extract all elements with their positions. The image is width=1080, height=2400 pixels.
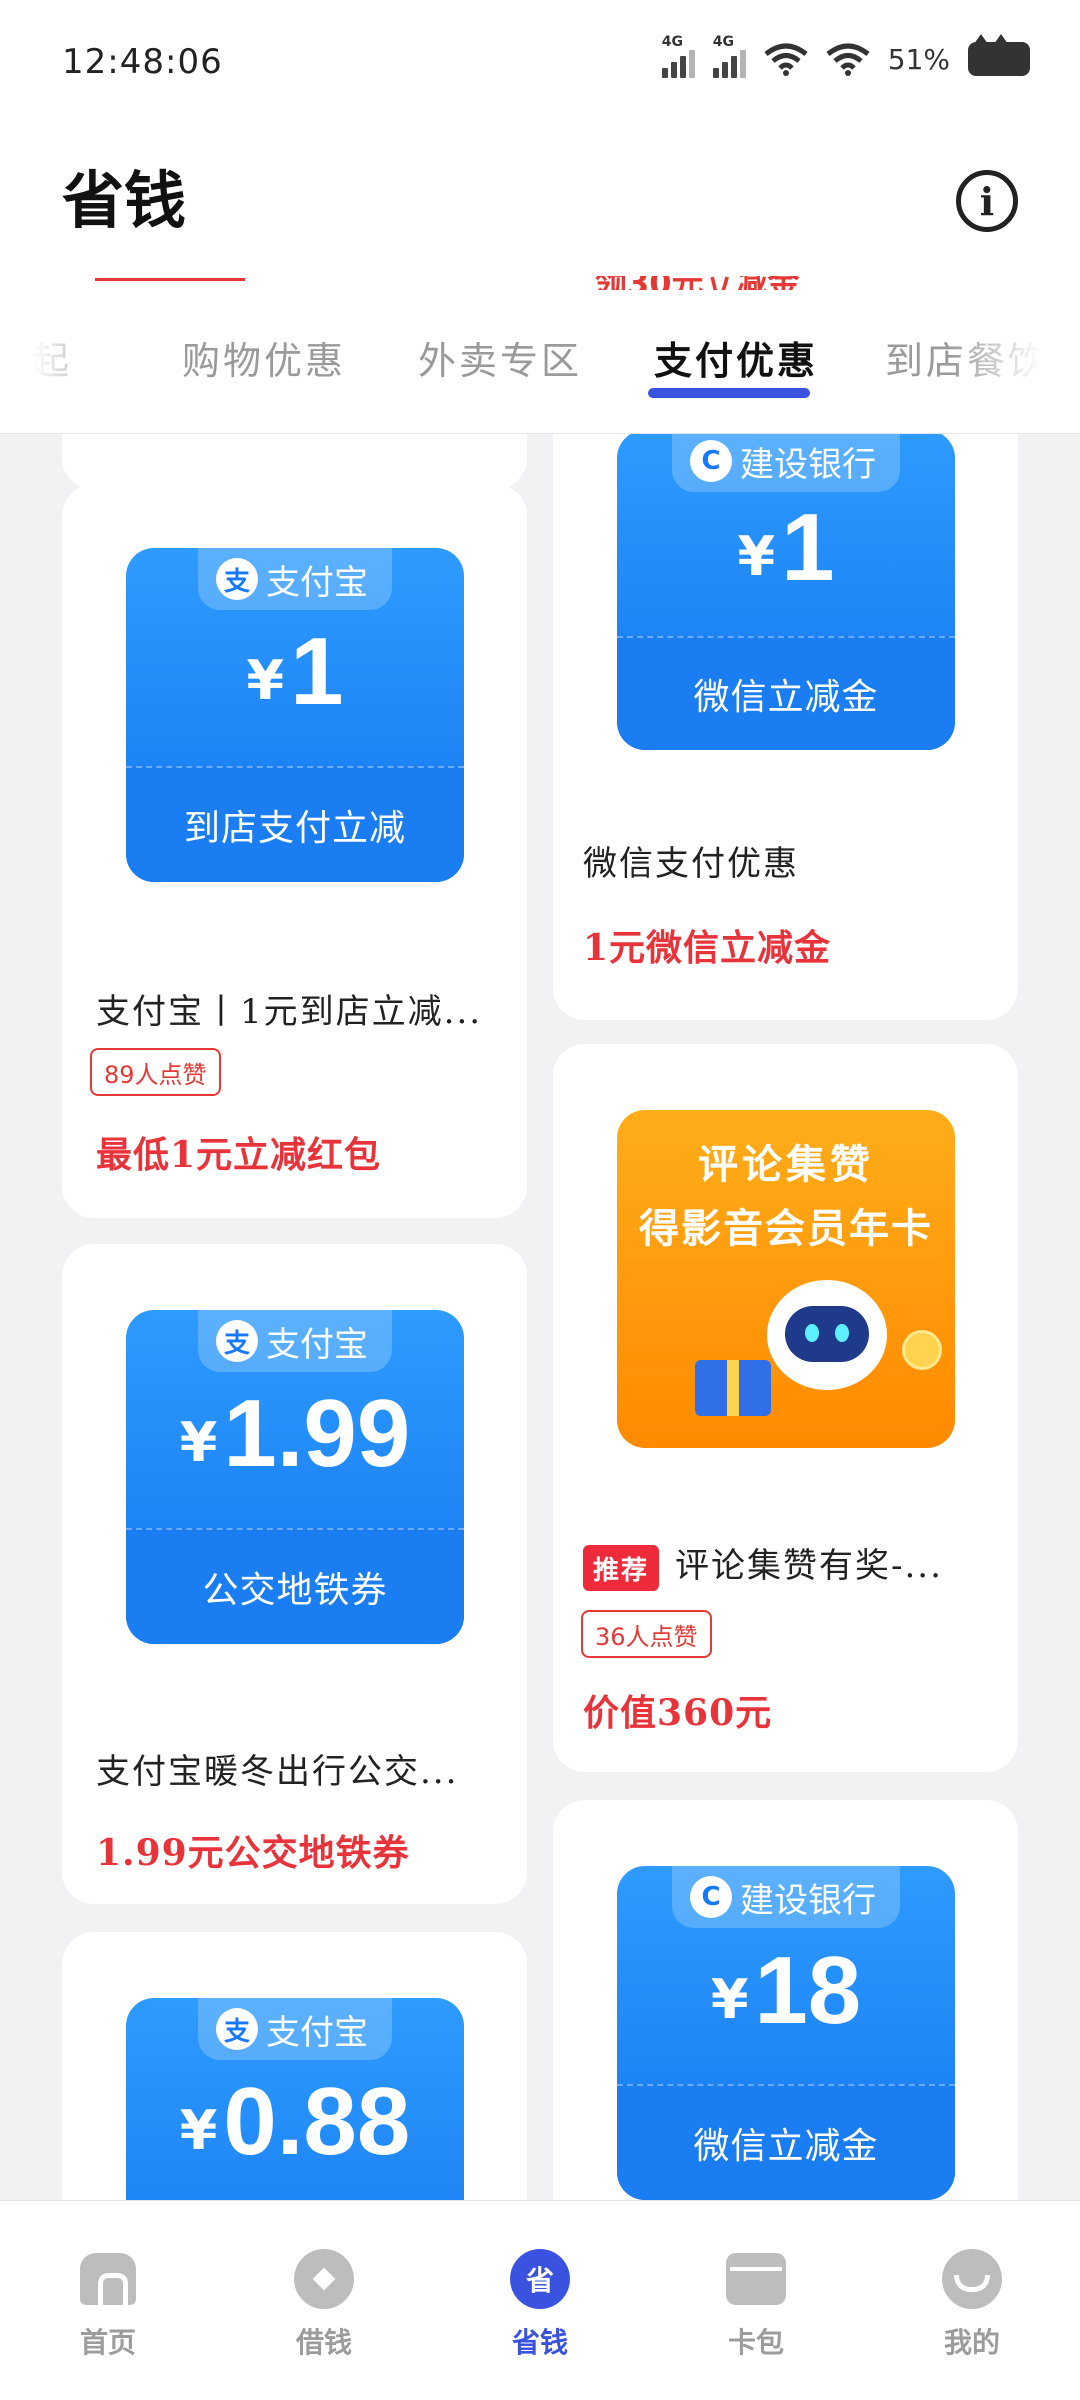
offer-card-alipay-2[interactable]: ¥ 1.99 支 支付宝 公交地铁券 支付宝暖冬出行公交... 1.99元公交地… — [62, 1244, 527, 1904]
promo-line-2: 得影音会员年卡 — [639, 1206, 933, 1252]
status-bar: 12:48:06 4G 4G 51% — [0, 0, 1080, 120]
wallet-icon — [726, 2249, 786, 2309]
card-title: 推荐 评论集赞有奖-... — [583, 1538, 943, 1591]
coupon-image: ¥ 1.99 支 支付宝 公交地铁券 — [126, 1310, 464, 1644]
wifi-icon — [764, 43, 808, 76]
offer-card-promo[interactable]: 评论集赞 得影音会员年卡 推荐 评论集赞有奖-... 36人点赞 价值360元 — [553, 1044, 1018, 1772]
coupon-amount: 1 — [781, 494, 835, 601]
signal-icon: 4G — [661, 34, 695, 78]
coupon-amount: 1 — [290, 618, 344, 725]
category-tabs: 元起 购物优惠 外卖专区 支付优惠 到店餐饮 — [0, 290, 1080, 434]
tab-takeout[interactable]: 外卖专区 — [418, 330, 582, 385]
recommend-tag: 推荐 — [583, 1545, 660, 1591]
save-icon: 省 — [510, 2249, 570, 2309]
coupon-label: 微信立减金 — [617, 636, 955, 750]
home-icon — [78, 2249, 138, 2310]
status-time: 12:48:06 — [62, 42, 223, 82]
coupon-image: ¥ 1 C 建设银行 微信立减金 — [617, 434, 955, 750]
coupon-image: ¥ 18 C 建设银行 微信立减金 — [617, 1866, 955, 2200]
card-title: 支付宝丨1元到店立减... — [96, 992, 483, 1032]
coupon-image: ¥ 0.88 支 支付宝 — [126, 1998, 464, 2200]
scrolled-content-peek: 领30元立减金 — [0, 276, 1080, 290]
coupon-label: 公交地铁券 — [126, 1528, 464, 1644]
ccb-badge: C 建设银行 — [672, 1866, 900, 1928]
alipay-logo-icon: 支 — [216, 2008, 258, 2050]
nav-save[interactable]: 省 省钱 — [470, 2249, 610, 2361]
ccb-logo-icon: C — [690, 1876, 732, 1918]
divider — [95, 278, 245, 281]
nav-wallet[interactable]: 卡包 — [686, 2249, 826, 2361]
likes-badge: 36人点赞 — [581, 1610, 712, 1658]
card-price: 1元微信立减金 — [583, 927, 832, 969]
tab-shopping[interactable]: 购物优惠 — [182, 330, 346, 385]
battery-icon — [968, 34, 1030, 76]
card-price: 1.99元公交地铁券 — [96, 1832, 410, 1874]
alipay-logo-icon: 支 — [216, 558, 258, 600]
nav-profile[interactable]: 我的 — [902, 2249, 1042, 2361]
nav-home[interactable]: 首页 — [38, 2249, 178, 2361]
bottom-nav: 首页 借钱 省 省钱 卡包 我的 — [0, 2200, 1080, 2400]
tabs-fade-left — [0, 290, 110, 433]
card-price: 最低1元立减红包 — [96, 1134, 382, 1176]
coupon-amount: 1.99 — [223, 1380, 411, 1487]
tab-active-indicator — [648, 388, 810, 398]
ccb-logo-icon: C — [690, 440, 732, 482]
loan-icon — [294, 2249, 354, 2309]
offer-card-partial[interactable] — [62, 434, 527, 490]
status-icons: 4G 4G 51% — [661, 34, 1030, 78]
alipay-badge: 支 支付宝 — [198, 548, 392, 610]
offer-card-alipay-3[interactable]: ¥ 0.88 支 支付宝 — [62, 1932, 527, 2200]
info-icon[interactable]: i — [956, 170, 1018, 232]
coupon-label: 到店支付立减 — [126, 766, 464, 882]
gift-box-icon — [695, 1360, 771, 1416]
app-header: 省钱 i — [0, 120, 1080, 276]
coupon-amount: 0.88 — [223, 2068, 411, 2175]
alipay-logo-icon: 支 — [216, 1320, 258, 1362]
promo-line-1: 评论集赞 — [698, 1142, 874, 1188]
alipay-badge: 支 支付宝 — [198, 1998, 392, 2060]
tabs-fade-right — [950, 290, 1080, 433]
tab-payment[interactable]: 支付优惠 — [654, 330, 818, 385]
card-price: 价值360元 — [583, 1692, 773, 1734]
card-title: 支付宝暖冬出行公交... — [96, 1752, 459, 1792]
battery-percent: 51% — [887, 42, 950, 76]
offer-feed[interactable]: ¥ 1 支 支付宝 到店支付立减 支付宝丨1元到店立减... 89人点赞 最低1… — [0, 434, 1080, 2200]
card-title: 微信支付优惠 — [583, 844, 799, 884]
nav-loan[interactable]: 借钱 — [254, 2249, 394, 2361]
peek-text: 领30元立减金 — [595, 276, 800, 290]
coupon-amount: 18 — [754, 1937, 862, 2044]
signal-icon: 4G — [712, 34, 746, 78]
likes-badge: 89人点赞 — [90, 1048, 221, 1096]
robot-mascot-icon — [767, 1280, 887, 1390]
page-title: 省钱 — [62, 164, 187, 237]
coupon-label: 微信立减金 — [617, 2084, 955, 2200]
offer-card-alipay-1[interactable]: ¥ 1 支 支付宝 到店支付立减 支付宝丨1元到店立减... 89人点赞 最低1… — [62, 484, 527, 1218]
offer-card-ccb-1[interactable]: ¥ 1 C 建设银行 微信立减金 微信支付优惠 1元微信立减金 — [553, 434, 1018, 1020]
ccb-badge: C 建设银行 — [672, 434, 900, 492]
wifi-icon — [826, 43, 870, 76]
offer-card-ccb-2[interactable]: ¥ 18 C 建设银行 微信立减金 — [553, 1800, 1018, 2200]
promo-image: 评论集赞 得影音会员年卡 — [617, 1110, 955, 1448]
coupon-image: ¥ 1 支 支付宝 到店支付立减 — [126, 548, 464, 882]
profile-icon — [942, 2249, 1002, 2309]
coin-icon — [902, 1330, 942, 1370]
alipay-badge: 支 支付宝 — [198, 1310, 392, 1372]
